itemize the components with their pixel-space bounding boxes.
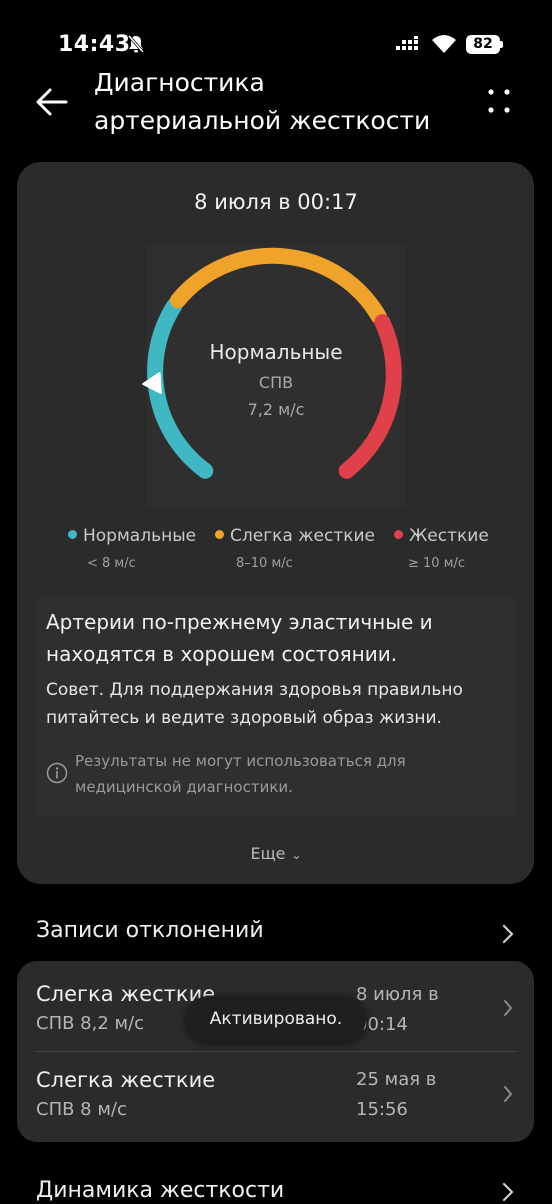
dynamics-title[interactable]: Динамика жесткости bbox=[36, 1178, 284, 1203]
signal-icon bbox=[396, 36, 418, 50]
advice-title: Артерии по-прежнему эластичные и находят… bbox=[46, 610, 433, 666]
bell-off-icon bbox=[127, 35, 145, 53]
status-time: 14:43 bbox=[58, 32, 131, 57]
legend-stiff: Жесткие bbox=[394, 526, 489, 546]
chevron-right-icon[interactable] bbox=[498, 922, 518, 946]
advice-text: Совет. Для поддержания здоровья правильн… bbox=[46, 680, 463, 728]
battery-icon: 82 bbox=[466, 35, 500, 54]
chevron-right-icon bbox=[504, 1086, 512, 1102]
disclaimer-text: Результаты не могут использоваться для м… bbox=[75, 752, 406, 796]
chevron-right-icon[interactable] bbox=[498, 1180, 518, 1204]
legend-label: Жесткие bbox=[409, 526, 489, 546]
legend-dot-stiff bbox=[394, 529, 403, 539]
legend-range-stiff: ≥ 10 м/с bbox=[408, 556, 466, 571]
chevron-down-icon: ⌄ bbox=[291, 848, 302, 862]
measurement-date: 8 июля в 00:17 bbox=[194, 190, 358, 214]
gauge-value: 7,2 м/с bbox=[247, 400, 305, 419]
legend-label: Слегка жесткие bbox=[230, 526, 376, 546]
legend-slightly-stiff: Слегка жесткие bbox=[215, 526, 375, 546]
deviations-title[interactable]: Записи отклонений bbox=[36, 918, 264, 943]
wifi-icon bbox=[432, 35, 456, 53]
record-date: 25 мая в 15:56 bbox=[356, 1069, 437, 1120]
legend-range-slightly-stiff: 8–10 м/с bbox=[236, 556, 293, 571]
more-vertical-icon[interactable] bbox=[484, 84, 514, 120]
legend-dot-normal bbox=[68, 529, 77, 539]
legend-normal: Нормальные bbox=[68, 526, 196, 546]
legend-dot-slightly-stiff bbox=[215, 529, 224, 539]
info-icon bbox=[46, 762, 68, 784]
gauge-metric: СПВ bbox=[258, 373, 294, 392]
record-value: СПВ 8 м/с bbox=[36, 1099, 127, 1120]
record-title: Слегка жесткие bbox=[36, 982, 216, 1006]
more-label: Еще bbox=[250, 844, 286, 863]
record-date: 8 июля в 00:14 bbox=[356, 984, 439, 1035]
more-button[interactable]: Еще ⌄ bbox=[0, 844, 552, 863]
chevron-right-icon bbox=[504, 1000, 512, 1016]
record-value: СПВ 8,2 м/с bbox=[36, 1013, 145, 1034]
toast-message: Активировано. bbox=[186, 996, 366, 1042]
battery-tip bbox=[500, 41, 503, 48]
legend-label: Нормальные bbox=[83, 526, 197, 546]
gauge-status: Нормальные bbox=[209, 340, 343, 364]
legend-range-normal: < 8 м/с bbox=[87, 556, 136, 571]
page-title: Диагностика артериальной жесткости bbox=[94, 68, 431, 135]
arrow-left-icon[interactable] bbox=[34, 84, 70, 120]
record-title: Слегка жесткие bbox=[36, 1068, 216, 1092]
